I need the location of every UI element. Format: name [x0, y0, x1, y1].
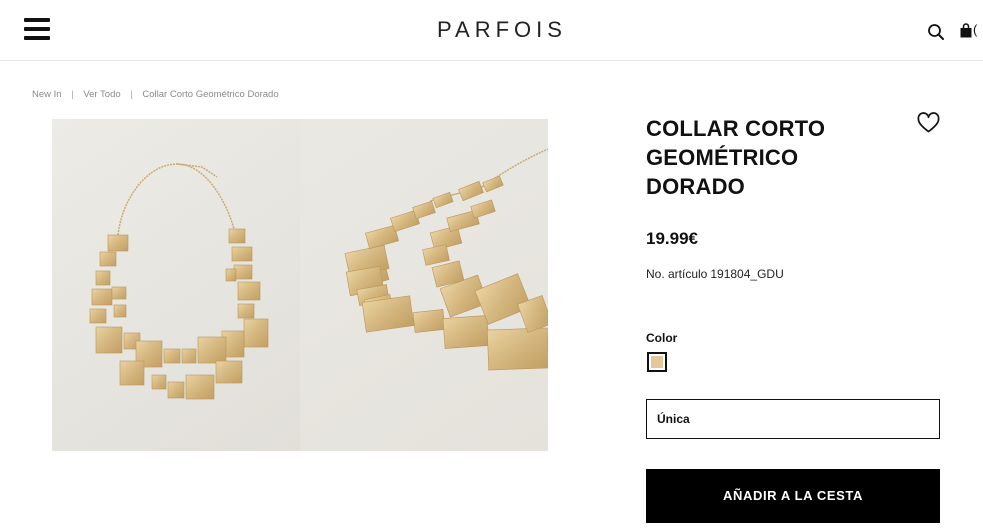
search-icon[interactable]: [927, 23, 945, 41]
sku-value: 191804_GDU: [710, 267, 784, 281]
sku-label: No. artículo: [646, 267, 708, 281]
breadcrumb: New In | Ver Todo | Collar Corto Geométr…: [32, 89, 279, 100]
hamburger-menu-icon[interactable]: [24, 18, 50, 40]
breadcrumb-separator: |: [71, 89, 74, 100]
product-title-line: DORADO: [646, 174, 745, 199]
breadcrumb-ver-todo[interactable]: Ver Todo: [83, 89, 120, 100]
size-selector[interactable]: Única: [646, 399, 940, 439]
product-price: 19.99€: [646, 229, 698, 248]
shopping-bag-icon: [960, 23, 972, 38]
add-to-cart-button[interactable]: AÑADIR A LA CESTA: [646, 469, 940, 523]
product-title-line: GEOMÉTRICO: [646, 145, 799, 170]
color-label: Color: [646, 331, 678, 345]
product-title: COLLAR CORTO GEOMÉTRICO DORADO: [646, 114, 906, 201]
product-title-line: COLLAR CORTO: [646, 116, 826, 141]
breadcrumb-separator: |: [130, 89, 133, 100]
heart-icon[interactable]: [917, 112, 940, 134]
color-swatch-gold[interactable]: [647, 352, 667, 372]
breadcrumb-new-in[interactable]: New In: [32, 89, 62, 100]
bag-count: (: [973, 22, 978, 37]
brand-logo[interactable]: PARFOIS: [437, 17, 567, 43]
breadcrumb-current[interactable]: Collar Corto Geométrico Dorado: [142, 89, 278, 100]
product-image[interactable]: [52, 119, 548, 451]
product-sku: No. artículo 191804_GDU: [646, 267, 784, 281]
swatch-fill: [651, 356, 663, 368]
shopping-bag-button[interactable]: (: [960, 22, 982, 40]
site-header: PARFOIS (: [0, 0, 983, 61]
